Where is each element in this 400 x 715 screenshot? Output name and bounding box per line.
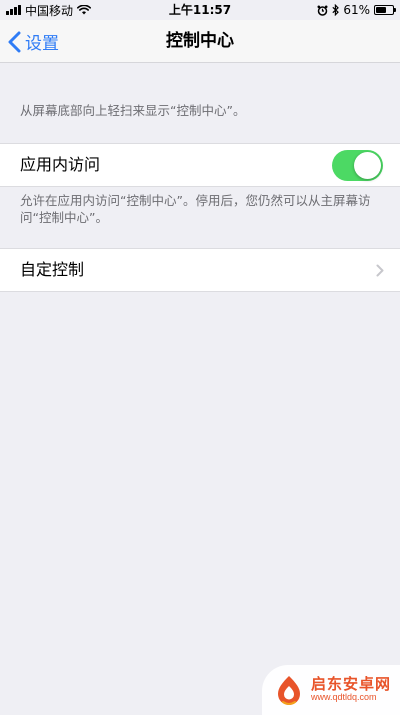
wifi-icon (77, 5, 92, 15)
bluetooth-icon (332, 4, 340, 16)
in-app-access-label: 应用内访问 (20, 155, 101, 174)
back-button[interactable]: 设置 (8, 20, 59, 63)
battery-level (376, 7, 386, 13)
in-app-access-toggle[interactable] (332, 150, 383, 181)
customize-controls-cell[interactable]: 自定控制 (0, 248, 400, 292)
battery-percent: 61% (343, 3, 370, 17)
customize-controls-label: 自定控制 (20, 260, 85, 279)
status-bar: 中国移动 上午11:57 61% (0, 0, 400, 20)
in-app-access-cell: 应用内访问 (0, 143, 400, 187)
header-note: 从屏幕底部向上轻扫来显示“控制中心”。 (20, 103, 246, 118)
alarm-icon (317, 5, 328, 16)
signal-icon (6, 5, 21, 15)
carrier-label: 中国移动 (25, 3, 74, 18)
watermark-name: 启东安卓网 (311, 675, 392, 694)
page-title: 控制中心 (166, 31, 234, 51)
watermark-url: www.qdtldq.com (311, 692, 377, 703)
toggle-knob (354, 152, 381, 179)
chevron-right-icon (376, 249, 384, 291)
navigation-bar: 设置 控制中心 (0, 20, 400, 63)
back-button-label: 设置 (25, 34, 59, 54)
status-left: 中国移动 (6, 0, 92, 20)
chevron-left-icon (8, 31, 21, 52)
status-right: 61% (317, 0, 396, 20)
watermark-text: 启东安卓网 www.qdtldq.com (311, 677, 391, 702)
watermark: 启东安卓网 www.qdtldq.com (262, 665, 400, 715)
battery-icon (374, 5, 396, 15)
watermark-logo-icon (278, 676, 300, 705)
in-app-access-note: 允许在应用内访问“控制中心”。停用后，您仍然可以从主屏幕访问“控制中心”。 (20, 193, 371, 225)
